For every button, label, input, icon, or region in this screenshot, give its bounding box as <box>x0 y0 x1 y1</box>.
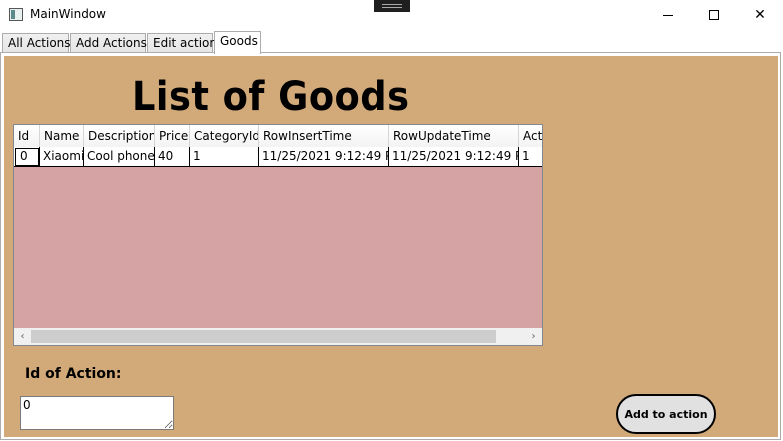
cell-price[interactable]: 40 <box>155 147 190 167</box>
horizontal-scrollbar[interactable]: ‹ › <box>14 328 542 345</box>
column-header-rowupdatetime[interactable]: RowUpdateTime <box>389 125 519 147</box>
add-to-action-button[interactable]: Add to action <box>616 394 716 434</box>
grid-header: Id Name Description Price CategoryId Row… <box>14 125 542 147</box>
goods-grid[interactable]: Id Name Description Price CategoryId Row… <box>13 124 543 346</box>
column-header-price[interactable]: Price <box>155 125 190 147</box>
scroll-right-icon[interactable]: › <box>525 328 542 345</box>
cell-id[interactable]: 0 <box>14 147 40 167</box>
column-header-action[interactable]: Acti <box>519 125 542 147</box>
app-icon <box>9 8 23 21</box>
column-header-categoryid[interactable]: CategoryId <box>190 125 259 147</box>
column-header-name[interactable]: Name <box>40 125 84 147</box>
goods-panel: List of Goods Id Name Description Price … <box>4 56 778 437</box>
cell-name[interactable]: Xiaomi <box>40 147 84 167</box>
drag-handle-icon[interactable] <box>374 0 410 12</box>
scroll-thumb[interactable] <box>31 330 496 343</box>
page-title: List of Goods <box>132 74 410 120</box>
scroll-left-icon[interactable]: ‹ <box>14 328 31 345</box>
close-button[interactable]: ✕ <box>737 0 783 30</box>
action-id-input[interactable]: 0 <box>20 396 174 430</box>
tab-edit-action[interactable]: Edit action <box>147 33 217 53</box>
cell-description[interactable]: Cool phone <box>84 147 155 167</box>
tab-content: List of Goods Id Name Description Price … <box>0 52 781 440</box>
column-header-rowinserttime[interactable]: RowInsertTime <box>259 125 389 147</box>
cell-rowupdatetime[interactable]: 11/25/2021 9:12:49 PM <box>389 147 519 167</box>
cell-action[interactable]: 1 <box>519 147 542 167</box>
tab-add-actions[interactable]: Add Actions <box>70 33 147 53</box>
close-icon: ✕ <box>754 7 766 23</box>
tab-goods[interactable]: Goods <box>214 31 261 54</box>
tab-all-actions[interactable]: All Actions <box>2 33 71 53</box>
column-header-description[interactable]: Description <box>84 125 155 147</box>
table-row[interactable]: 0 Xiaomi Cool phone 40 1 11/25/2021 9:12… <box>14 147 542 167</box>
action-id-label: Id of Action: <box>25 366 122 382</box>
title-bar: MainWindow ✕ <box>0 0 783 31</box>
maximize-button[interactable] <box>691 0 737 30</box>
cell-categoryid[interactable]: 1 <box>190 147 259 167</box>
minimize-button[interactable] <box>645 0 691 30</box>
cell-rowinserttime[interactable]: 11/25/2021 9:12:49 PM <box>259 147 389 167</box>
window-title: MainWindow <box>30 7 106 21</box>
minimize-icon <box>663 14 673 16</box>
column-header-id[interactable]: Id <box>14 125 40 147</box>
maximize-icon <box>709 10 719 20</box>
